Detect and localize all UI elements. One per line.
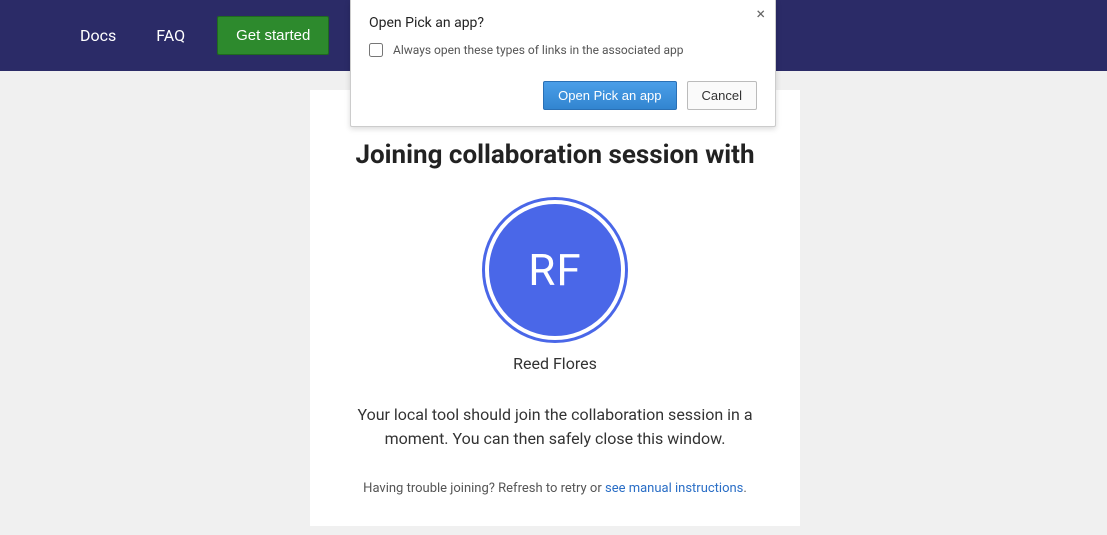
session-card: Joining collaboration session with RF Re… xyxy=(310,90,800,526)
trouble-prefix: Having trouble joining? Refresh to retry… xyxy=(363,481,605,496)
trouble-text: Having trouble joining? Refresh to retry… xyxy=(340,481,770,496)
open-app-button[interactable]: Open Pick an app xyxy=(543,81,676,110)
avatar-container: RF xyxy=(340,200,770,340)
session-description: Your local tool should join the collabor… xyxy=(340,403,770,451)
always-open-checkbox[interactable] xyxy=(369,43,383,57)
dialog-checkbox-row: Always open these types of links in the … xyxy=(369,43,757,57)
user-name: Reed Flores xyxy=(340,354,770,373)
nav-docs[interactable]: Docs xyxy=(60,16,136,55)
open-app-dialog: × Open Pick an app? Always open these ty… xyxy=(350,0,776,127)
avatar: RF xyxy=(485,200,625,340)
manual-instructions-link[interactable]: see manual instructions xyxy=(605,481,743,496)
nav-faq[interactable]: FAQ xyxy=(136,16,205,55)
always-open-label[interactable]: Always open these types of links in the … xyxy=(393,43,684,57)
dialog-title: Open Pick an app? xyxy=(369,15,757,31)
close-icon[interactable]: × xyxy=(756,6,765,22)
get-started-button[interactable]: Get started xyxy=(217,16,329,55)
trouble-suffix: . xyxy=(743,481,746,496)
dialog-actions: Open Pick an app Cancel xyxy=(369,81,757,110)
cancel-button[interactable]: Cancel xyxy=(687,81,757,110)
avatar-initials: RF xyxy=(528,244,581,296)
session-heading: Joining collaboration session with xyxy=(340,140,770,170)
